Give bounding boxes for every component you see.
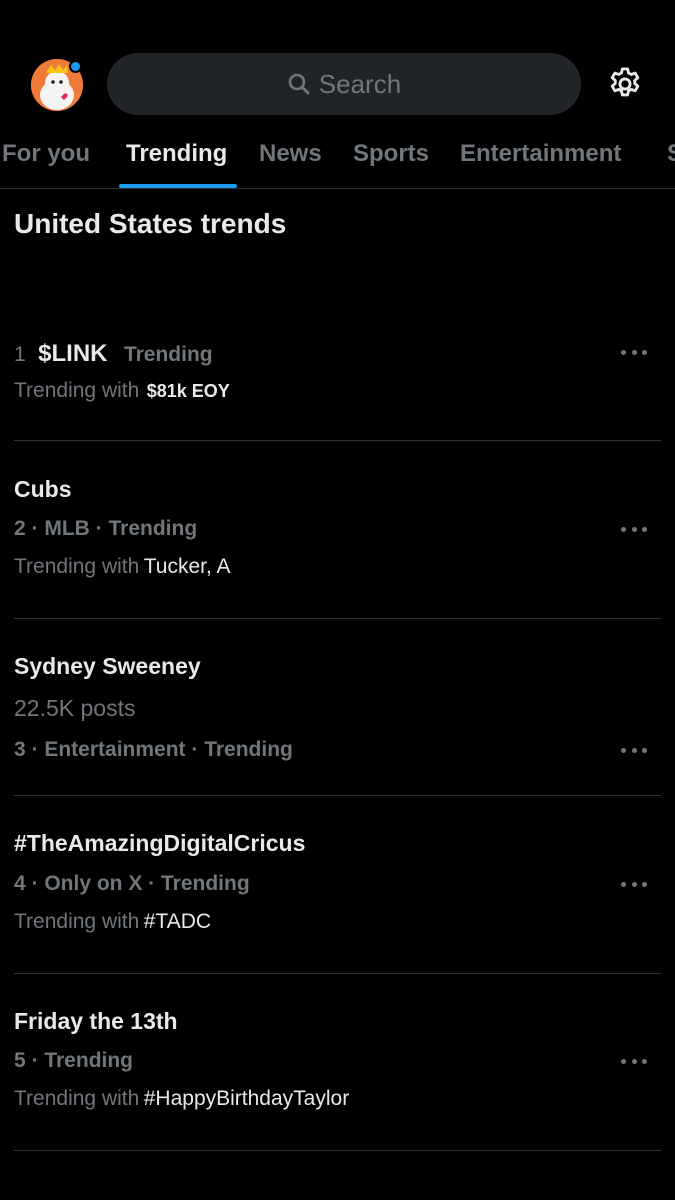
trend-post-count: 22.5K posts — [14, 695, 136, 721]
notification-dot — [69, 60, 82, 73]
tab-more[interactable]: S — [667, 140, 675, 168]
search-placeholder: Search — [318, 68, 402, 99]
more-options-icon[interactable] — [621, 745, 647, 755]
more-options-icon[interactable] — [621, 879, 647, 889]
more-options-icon[interactable] — [621, 347, 647, 357]
trend-name: $LINK — [38, 340, 108, 367]
tab-bar: For you Trending News Sports Entertainme… — [0, 120, 675, 189]
trend-item[interactable]: Friday the 13th 5 · Trending Trending wi… — [14, 974, 661, 1151]
trend-name: Cubs — [14, 476, 72, 502]
top-bar: Search — [0, 48, 675, 120]
trending-with-value[interactable]: Tucker, A — [144, 555, 231, 578]
search-icon — [288, 73, 310, 95]
trend-item[interactable]: 1 $LINK Trending Trending with $81k EOY — [14, 320, 661, 441]
explore-page: Search For you Trending News Sports Ente… — [0, 0, 675, 1200]
active-tab-indicator — [119, 184, 237, 188]
trending-with-label: Trending with — [14, 379, 140, 402]
trending-with-value[interactable]: $81k EOY — [147, 381, 230, 401]
tab-news[interactable]: News — [259, 140, 322, 168]
tab-trending[interactable]: Trending — [126, 140, 227, 168]
trend-meta: 2 · MLB · Trending — [14, 517, 198, 540]
tab-for-you[interactable]: For you — [2, 140, 90, 168]
trend-meta: 3 · Entertainment · Trending — [14, 738, 293, 761]
section-title: United States trends — [14, 208, 287, 239]
more-options-icon[interactable] — [621, 1056, 647, 1066]
trend-item[interactable]: Sydney Sweeney 22.5K posts 3 · Entertain… — [14, 619, 661, 796]
trend-name: Sydney Sweeney — [14, 653, 201, 679]
trend-name: #TheAmazingDigitalCricus — [14, 830, 306, 856]
trending-with-value[interactable]: #HappyBirthdayTaylor — [144, 1087, 349, 1110]
trending-with-label: Trending with — [14, 1087, 140, 1110]
trend-meta: 4 · Only on X · Trending — [14, 872, 250, 895]
gear-icon[interactable] — [606, 65, 644, 103]
trending-with-label: Trending with — [14, 910, 140, 933]
trending-with-label: Trending with — [14, 555, 140, 578]
trend-context: Trending — [123, 343, 213, 366]
tab-sports[interactable]: Sports — [353, 140, 429, 168]
trend-item[interactable]: Cubs 2 · MLB · Trending Trending with Tu… — [14, 441, 661, 619]
tab-entertainment[interactable]: Entertainment — [460, 140, 621, 168]
trend-rank: 1 — [14, 343, 26, 366]
trend-name: Friday the 13th — [14, 1008, 178, 1034]
trend-meta: 5 · Trending — [14, 1049, 134, 1072]
search-bar[interactable]: Search — [107, 53, 581, 115]
trend-item[interactable]: #TheAmazingDigitalCricus 4 · Only on X ·… — [14, 796, 661, 974]
trending-with-value[interactable]: #TADC — [144, 910, 211, 933]
more-options-icon[interactable] — [621, 524, 647, 534]
